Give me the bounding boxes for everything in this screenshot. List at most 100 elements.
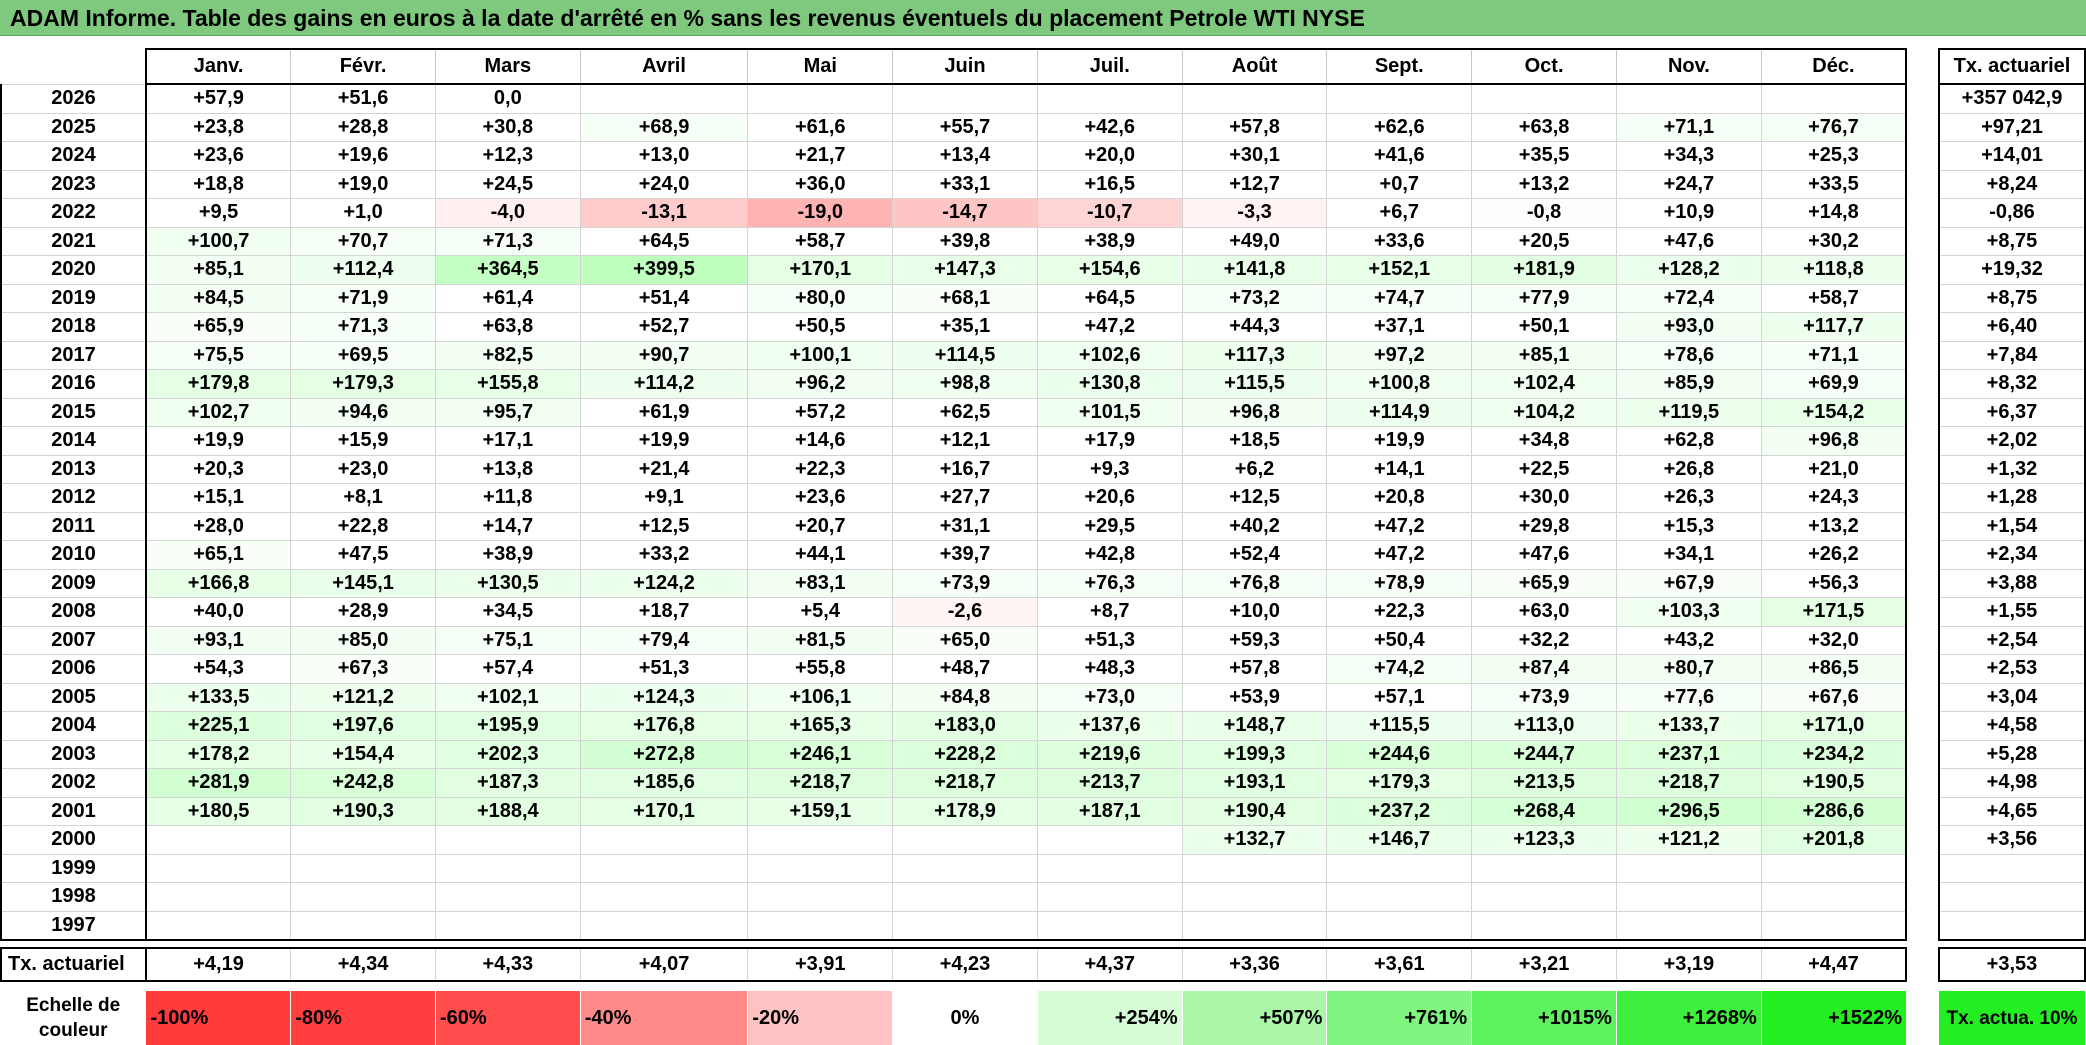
gain-cell: +85,1: [1471, 340, 1617, 370]
gain-cell: [747, 83, 894, 114]
column-gap: [1906, 569, 1939, 598]
spacer-cell: [146, 940, 291, 948]
gain-cell: +86,5: [1760, 654, 1908, 684]
gain-cell: +30,0: [1471, 483, 1617, 513]
gain-cell: +22,5: [1471, 454, 1617, 484]
year-cell: 2008: [0, 597, 147, 627]
gain-cell: [1181, 882, 1328, 912]
gain-cell: +193,1: [1181, 768, 1328, 798]
year-cell: 2024: [0, 141, 147, 171]
gain-cell: -14,7: [892, 198, 1038, 228]
gain-cell: +268,4: [1471, 796, 1617, 826]
column-gap: [1906, 654, 1939, 683]
gain-cell: +47,5: [290, 540, 436, 570]
gain-cell: +97,2: [1326, 340, 1473, 370]
gain-cell: +141,8: [1181, 255, 1328, 285]
gain-cell: +19,6: [290, 141, 436, 171]
summary-cell: +3,36: [1181, 947, 1328, 982]
table-row: 2025 +23,8 +28,8 +30,8 +68,9 +61,6 +55,7 +42,6 +…: [0, 112, 2086, 142]
gain-cell: [892, 83, 1038, 114]
year-cell: 2013: [0, 454, 147, 484]
gain-cell: [434, 882, 581, 912]
month-header: Janv.: [144, 48, 291, 85]
spacer-cell: [435, 940, 580, 948]
gain-cell: +115,5: [1326, 711, 1473, 741]
summary-cell: +3,61: [1326, 947, 1473, 982]
gain-cell: +80,0: [747, 283, 894, 313]
gain-cell: +35,5: [1471, 141, 1617, 171]
spacer-cell: [435, 981, 580, 991]
year-cell: 2009: [0, 568, 147, 598]
gain-cell: +48,7: [892, 654, 1038, 684]
gain-cell: +65,9: [145, 312, 292, 342]
gain-cell: [290, 882, 436, 912]
year-cell: 2016: [0, 369, 147, 399]
table-row: 2017 +75,5 +69,5 +82,5 +90,7 +100,1 +114,5 +102…: [0, 340, 2086, 370]
table-row: 2009 +166,8 +145,1 +130,5 +124,2 +83,1 +73,9 +7…: [0, 568, 2086, 598]
gain-cell: +42,8: [1036, 540, 1183, 570]
gain-cell: +31,1: [892, 511, 1038, 541]
gain-cell: [579, 882, 749, 912]
gain-cell: +56,3: [1760, 568, 1908, 598]
gain-cell: [579, 83, 749, 114]
gain-cell: +43,2: [1615, 625, 1762, 655]
gain-cell: [1326, 910, 1473, 941]
gain-cell: +98,8: [892, 369, 1038, 399]
gain-cell: +190,5: [1760, 768, 1908, 798]
summary-cell: +4,34: [290, 947, 436, 982]
gain-cell: +33,1: [892, 169, 1038, 199]
month-header: Avril: [579, 48, 748, 85]
table-row: 1999: [0, 853, 2086, 883]
gain-cell: -4,0: [434, 198, 581, 228]
column-gap: [1906, 284, 1939, 313]
summary-cell: +4,33: [434, 947, 581, 982]
year-cell: 2026: [0, 83, 147, 114]
gain-cell: +44,3: [1181, 312, 1328, 342]
gain-cell: +187,1: [1036, 796, 1183, 826]
table-row: 1997: [0, 910, 2086, 941]
column-gap: [1906, 369, 1939, 398]
column-gap: [1906, 198, 1939, 227]
gain-cell: [1036, 83, 1183, 114]
table-row: 2021 +100,7 +70,7 +71,3 +64,5 +58,7 +39,8 +38,9…: [0, 226, 2086, 256]
summary-cell: +4,37: [1036, 947, 1183, 982]
gain-cell: +85,0: [290, 625, 436, 655]
header-corner: [1, 49, 146, 84]
gain-cell: +180,5: [145, 796, 292, 826]
gain-cell: +57,2: [747, 397, 894, 427]
gain-cell: +75,5: [145, 340, 292, 370]
gain-cell: +23,8: [145, 112, 292, 142]
gain-cell: +103,3: [1615, 597, 1762, 627]
column-gap: [1906, 911, 1939, 940]
tx-cell: +5,28: [1937, 739, 2086, 769]
gain-cell: +102,7: [145, 397, 292, 427]
gain-cell: +130,5: [434, 568, 581, 598]
gain-cell: +47,6: [1615, 226, 1762, 256]
gain-cell: +47,2: [1036, 312, 1183, 342]
column-gap: [1906, 683, 1939, 712]
spacer-cell: [1616, 981, 1761, 991]
gain-cell: +73,0: [1036, 682, 1183, 712]
gain-cell: +26,8: [1615, 454, 1762, 484]
gain-cell: +15,9: [290, 426, 436, 456]
gain-cell: +57,8: [1181, 654, 1328, 684]
gain-cell: +29,8: [1471, 511, 1617, 541]
gain-cell: +128,2: [1615, 255, 1762, 285]
gain-cell: +5,4: [747, 597, 894, 627]
gain-cell: +63,0: [1471, 597, 1617, 627]
gain-cell: +29,5: [1036, 511, 1183, 541]
tx-cell: [1937, 853, 2086, 883]
gain-cell: +242,8: [290, 768, 436, 798]
year-cell: 2012: [0, 483, 147, 513]
tx-cell: +1,55: [1937, 597, 2086, 627]
table-row: 2023 +18,8 +19,0 +24,5 +24,0 +36,0 +33,1 +16,5 +…: [0, 169, 2086, 199]
spacer-row: [1, 981, 2085, 991]
gain-cell: +152,1: [1326, 255, 1473, 285]
gain-cell: [892, 853, 1038, 883]
year-cell: 2004: [0, 711, 147, 741]
gain-cell: +12,5: [1181, 483, 1328, 513]
gain-cell: +71,1: [1760, 340, 1908, 370]
table-row: 2026 +57,9 +51,6 0,0 +357 042,9: [0, 83, 2086, 114]
gain-cell: -13,1: [579, 198, 749, 228]
month-header: Nov.: [1615, 48, 1762, 85]
